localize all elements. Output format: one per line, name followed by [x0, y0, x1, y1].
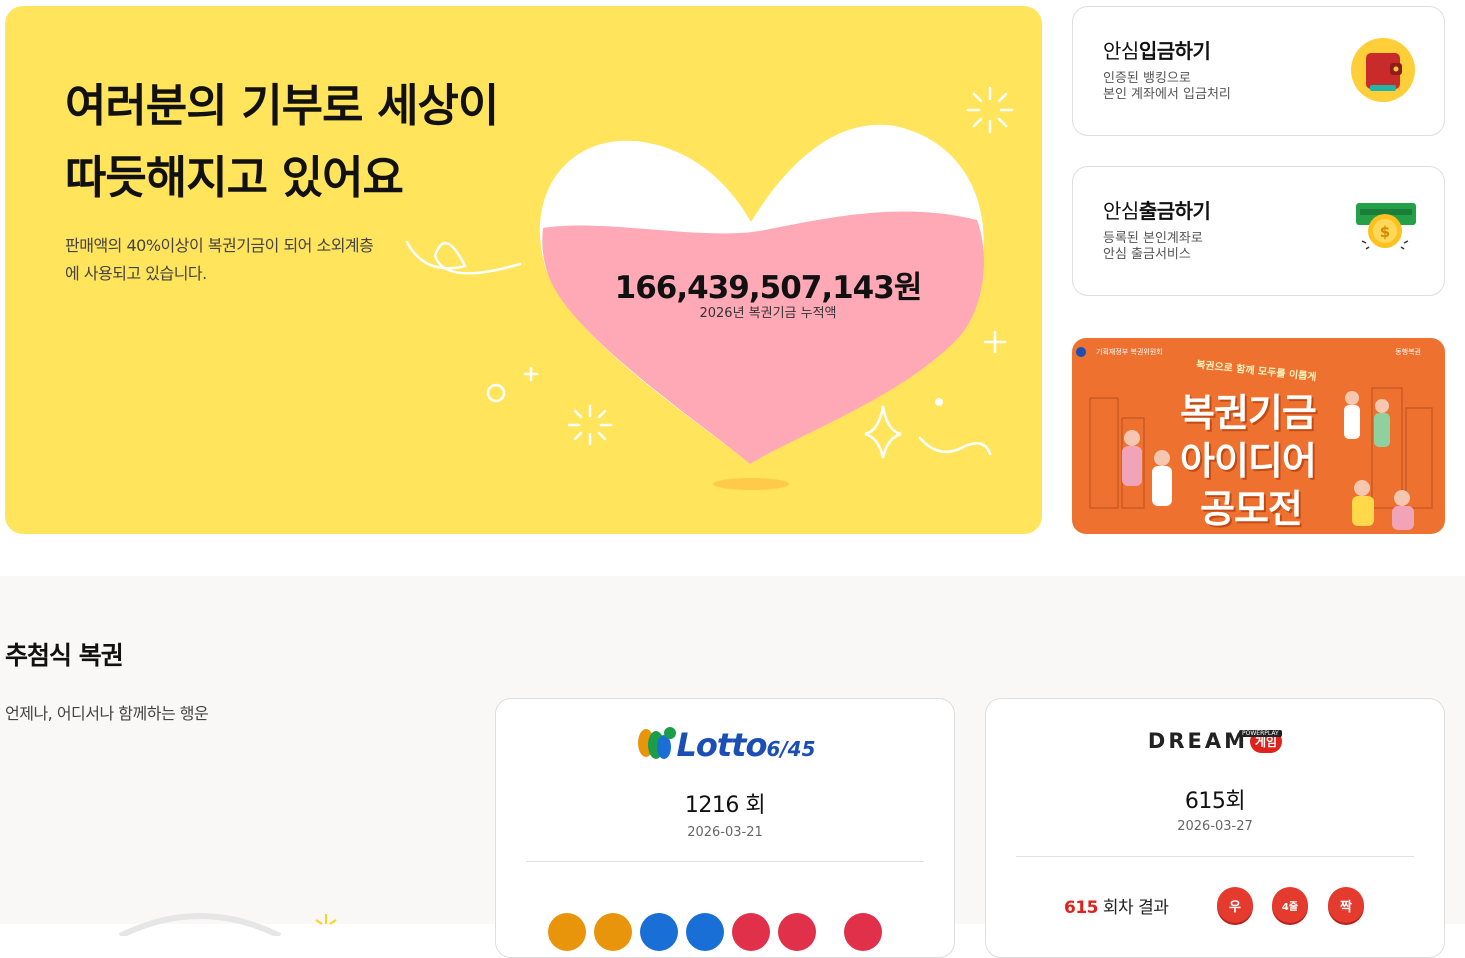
dream-result-row: 615 회차 결과: [1064, 893, 1169, 918]
lotto-ball: [844, 913, 882, 951]
donation-hero-banner[interactable]: 여러분의 기부로 세상이 따듯해지고 있어요 판매액의 40%이상이 복권기금이…: [5, 6, 1042, 534]
hero-title-line1: 여러분의 기부로 세상이: [65, 79, 499, 132]
dream-result-badge: 짝: [1328, 887, 1364, 923]
decorative-arc: [118, 913, 337, 936]
lotto-logo-word: Lotto: [676, 726, 767, 764]
section-subtitle: 언제나, 어디서나 함께하는 행운: [5, 704, 209, 723]
safe-withdraw-desc: 등록된 본인계좌로 안심 출금서비스: [1103, 231, 1323, 263]
coin-cash-icon: $: [1356, 203, 1416, 250]
safe-withdraw-title: 안심출금하기: [1103, 195, 1211, 224]
dream-round: 615회: [1184, 789, 1246, 814]
dream-result-badge: 우: [1217, 887, 1253, 923]
dream-divider: [1016, 856, 1414, 857]
hero-title-line2: 따듯해지고 있어요: [65, 151, 404, 204]
dream-result-label: 회차 결과: [1098, 898, 1169, 918]
card-desc-line1: 인증된 뱅킹으로: [1103, 71, 1191, 86]
lotto-ball: [594, 913, 632, 951]
promo-line3: 공모전: [1200, 487, 1303, 531]
dream-logo: DREAM 게임: [986, 729, 1444, 753]
fund-total-label: 2026년 복권기금 누적액: [699, 306, 837, 321]
promo-org: 기획재정부 복권위원회: [1096, 348, 1163, 356]
lotto-clover-icon: [638, 727, 677, 759]
lotto-draw-date: 2026-03-21: [687, 825, 763, 840]
wallet-icon: [1351, 38, 1415, 102]
lotto-logo-number: 6/45: [766, 737, 816, 761]
card-desc-line2: 안심 출금서비스: [1103, 247, 1191, 262]
lotto-number-balls: [548, 913, 882, 951]
lotto-logo: Lotto 6/45: [496, 725, 954, 765]
fund-total-amount: 166,439,507,143원: [614, 270, 923, 306]
promo-line1: 복권기금: [1180, 391, 1317, 435]
svg-text:$: $: [1380, 223, 1390, 241]
safe-deposit-desc: 인증된 뱅킹으로 본인 계좌에서 입금처리: [1103, 71, 1323, 103]
dream-draw-date: 2026-03-27: [1177, 819, 1253, 834]
lotto-round: 1216 회: [684, 793, 766, 818]
dream-result-badge: 4줄: [1272, 887, 1308, 923]
hero-description: 판매액의 40%이상이 복권기금이 되어 소외계층에 사용되고 있습니다.: [65, 236, 374, 283]
lotto-ball: [640, 913, 678, 951]
lotto-ball: [548, 913, 586, 951]
card-desc-line1: 등록된 본인계좌로: [1103, 231, 1203, 246]
safe-withdraw-card[interactable]: 안심출금하기 등록된 본인계좌로 안심 출금서비스 $: [1072, 166, 1445, 296]
dream-game-card[interactable]: DREAM 게임 POWERPLAY 615회 2026-03-27 615 회…: [985, 698, 1445, 958]
card-title-prefix: 안심: [1103, 39, 1139, 63]
dream-logo-tag: POWERPLAY: [1239, 730, 1282, 737]
lotto-ball: [778, 913, 816, 951]
card-title-bold: 입금하기: [1138, 39, 1211, 63]
draw-lottery-section: 추첨식 복권 언제나, 어디서나 함께하는 행운 Lotto 6/45 1216…: [0, 576, 1465, 958]
hero-title: 여러분의 기부로 세상이 따듯해지고 있어요: [65, 70, 499, 214]
safe-deposit-title: 안심입금하기: [1103, 35, 1211, 64]
promo-brand: 동행복권: [1395, 348, 1421, 356]
card-title-bold: 출금하기: [1138, 199, 1211, 223]
safe-deposit-card[interactable]: 안심입금하기 인증된 뱅킹으로 본인 계좌에서 입금처리: [1072, 6, 1445, 136]
card-title-prefix: 안심: [1103, 199, 1139, 223]
lotto645-card[interactable]: Lotto 6/45 1216 회 2026-03-21: [495, 698, 955, 958]
dream-logo-word: DREAM: [1147, 729, 1248, 753]
promo-line2: 아이디어: [1180, 439, 1317, 483]
lotto-ball: [732, 913, 770, 951]
idea-contest-banner[interactable]: 기획재정부 복권위원회 동행복권 복권으로 함께 모두를 이롭게 복권기금 아이…: [1072, 338, 1445, 534]
dream-result-number: 615: [1064, 898, 1099, 918]
lotto-divider: [526, 861, 924, 862]
section-title: 추첨식 복권: [5, 641, 124, 670]
card-desc-line2: 본인 계좌에서 입금처리: [1103, 87, 1231, 102]
lotto-ball: [686, 913, 724, 951]
